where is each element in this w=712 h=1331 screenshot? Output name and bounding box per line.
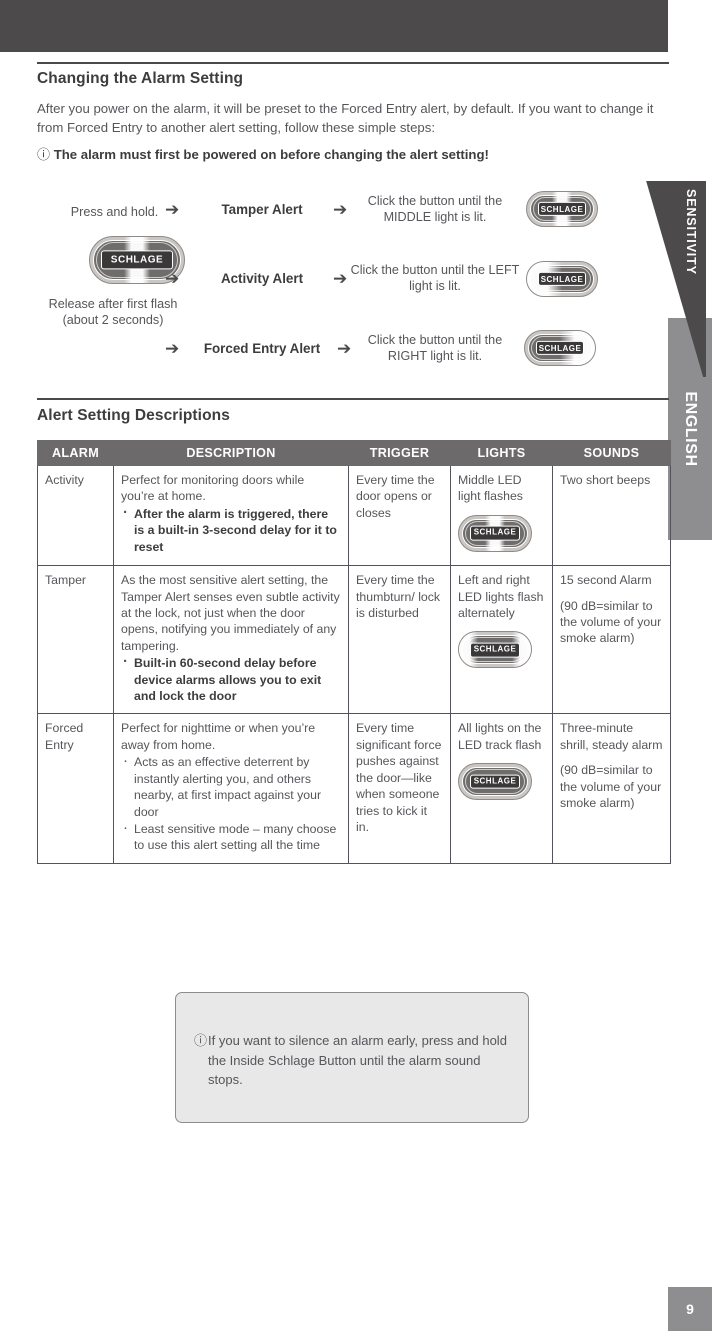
schlage-wordmark: SCHLAGE	[473, 528, 517, 538]
right-arrow-icon: ➔	[165, 269, 180, 288]
alert-name-activity: Activity Alert	[220, 271, 304, 286]
table-row: Forced Entry Perfect for nighttime or wh…	[37, 713, 671, 864]
release-after-flash-label: Release after first flash (about 2 secon…	[48, 297, 178, 327]
cell-alarm-activity: Activity	[37, 464, 114, 567]
manual-page: ENGLISH 9 Changing the Alarm Setting Aft…	[0, 0, 712, 1331]
table-row: Tamper As the most sensitive alert setti…	[37, 565, 671, 715]
bullet-item: Least sensitive mode – many choose to us…	[121, 820, 341, 854]
cell-trigger-activity: Every time the door opens or closes	[348, 464, 451, 567]
alert-setting-diagram: Press and hold. SCHLAGE Release after fi…	[37, 178, 706, 378]
right-arrow-icon: ➔	[165, 200, 180, 219]
description-bullets: Built-in 60-second delay before device a…	[121, 654, 341, 704]
bullet-item: After the alarm is triggered, there is a…	[121, 505, 341, 555]
column-header-lights: LIGHTS	[450, 440, 553, 466]
schlage-wordmark: SCHLAGE	[540, 274, 584, 284]
powered-on-notice-text: The alarm must first be powered on befor…	[53, 147, 489, 162]
sensitivity-label: SENSITIVITY	[684, 189, 698, 275]
description-bullets: Acts as an effective deterrent by instan…	[121, 753, 341, 854]
instruction-middle-light: Click the button until the MIDDLE light …	[367, 194, 503, 224]
cell-sounds-forced-entry: Three-minute shrill, steady alarm (90 dB…	[552, 713, 671, 864]
schlage-button-middle-lit: SCHLAGE	[526, 191, 598, 232]
section-heading-alert-descriptions: Alert Setting Descriptions	[37, 407, 230, 424]
silence-alarm-note-box: ⓘ If you want to silence an alarm early,…	[175, 992, 529, 1123]
description-bullets: After the alarm is triggered, there is a…	[121, 505, 341, 555]
column-header-trigger: TRIGGER	[348, 440, 451, 466]
cell-sounds-activity: Two short beeps	[552, 464, 671, 567]
schlage-button-left-lit: SCHLAGE	[526, 261, 598, 302]
alert-name-tamper: Tamper Alert	[221, 202, 303, 217]
info-circle-icon: ⓘ	[37, 147, 51, 162]
cell-alarm-tamper: Tamper	[37, 565, 114, 715]
cell-description-activity: Perfect for monitoring doors while you’r…	[113, 464, 349, 567]
divider-middle	[37, 398, 669, 400]
schlage-wordmark: SCHLAGE	[540, 204, 584, 214]
schlage-wordmark: SCHLAGE	[473, 644, 517, 654]
instruction-right-light: Click the button until the RIGHT light i…	[367, 333, 503, 363]
schlage-wordmark: SCHLAGE	[538, 343, 582, 353]
cell-lights-forced-entry: All lights on the LED track flash SCHLAG…	[450, 713, 553, 864]
table-row: Activity Perfect for monitoring doors wh…	[37, 464, 671, 567]
right-arrow-icon: ➔	[165, 339, 180, 358]
sounds-primary: 15 second Alarm	[560, 573, 652, 588]
schlage-wordmark: SCHLAGE	[110, 254, 164, 266]
cell-lights-tamper: Left and right LED lights flash alternat…	[450, 565, 553, 715]
cell-lights-activity: Middle LED light flashes SCHLAGE	[450, 464, 553, 567]
lights-text: Left and right LED lights flash alternat…	[458, 573, 544, 621]
schlage-button-right-lit: SCHLAGE	[524, 330, 596, 371]
cell-description-forced-entry: Perfect for nighttime or when you’re awa…	[113, 713, 349, 864]
bullet-item: Acts as an effective deterrent by instan…	[121, 753, 341, 820]
sounds-secondary: (90 dB=similar to the volume of your smo…	[560, 598, 662, 646]
schlage-button-all-lit: SCHLAGE	[458, 763, 545, 804]
column-header-sounds: SOUNDS	[552, 440, 671, 466]
schlage-button-both-lit: SCHLAGE	[458, 631, 545, 672]
language-tab-label: ENGLISH	[682, 391, 699, 467]
description-intro: As the most sensitive alert setting, the…	[121, 573, 340, 653]
lights-text: All lights on the LED track flash	[458, 721, 542, 752]
sounds-primary: Three-minute shrill, steady alarm	[560, 721, 663, 752]
press-and-hold-label: Press and hold.	[70, 205, 159, 219]
right-arrow-icon: ➔	[333, 269, 348, 288]
schlage-wordmark: SCHLAGE	[473, 776, 517, 786]
right-arrow-icon: ➔	[333, 200, 348, 219]
info-circle-icon: ⓘ	[194, 1033, 208, 1048]
alert-name-forced-entry: Forced Entry Alert	[203, 341, 321, 356]
intro-paragraph: After you power on the alarm, it will be…	[37, 101, 654, 135]
alert-settings-table: ALARM DESCRIPTION TRIGGER LIGHTS SOUNDS …	[37, 440, 671, 864]
page-header-bar	[0, 0, 668, 52]
silence-alarm-note-text: If you want to silence an alarm early, p…	[208, 1033, 507, 1087]
instruction-left-light: Click the button until the LEFT light is…	[350, 263, 520, 293]
page-number: 9	[668, 1287, 712, 1331]
sensitivity-wedge: SENSITIVITY	[611, 181, 706, 377]
cell-trigger-forced-entry: Every time significant force pushes agai…	[348, 713, 451, 864]
description-intro: Perfect for monitoring doors while you’r…	[121, 473, 305, 504]
column-header-alarm: ALARM	[37, 440, 114, 466]
section-heading-changing-alarm: Changing the Alarm Setting	[37, 70, 244, 87]
cell-description-tamper: As the most sensitive alert setting, the…	[113, 565, 349, 715]
divider-top	[37, 62, 669, 64]
sounds-primary: Two short beeps	[560, 473, 651, 487]
sounds-secondary: (90 dB=similar to the volume of your smo…	[560, 763, 662, 811]
description-intro: Perfect for nighttime or when you’re awa…	[121, 721, 316, 752]
bullet-item: Built-in 60-second delay before device a…	[121, 654, 341, 704]
schlage-button-middle-lit: SCHLAGE	[458, 514, 545, 556]
table-header-row: ALARM DESCRIPTION TRIGGER LIGHTS SOUNDS	[37, 440, 671, 466]
powered-on-notice: ⓘ The alarm must first be powered on bef…	[37, 146, 637, 164]
cell-alarm-forced-entry: Forced Entry	[37, 713, 114, 864]
cell-trigger-tamper: Every time the thumbturn/ lock is distur…	[348, 565, 451, 715]
lights-text: Middle LED light flashes	[458, 473, 523, 504]
column-header-description: DESCRIPTION	[113, 440, 349, 466]
cell-sounds-tamper: 15 second Alarm (90 dB=similar to the vo…	[552, 565, 671, 715]
